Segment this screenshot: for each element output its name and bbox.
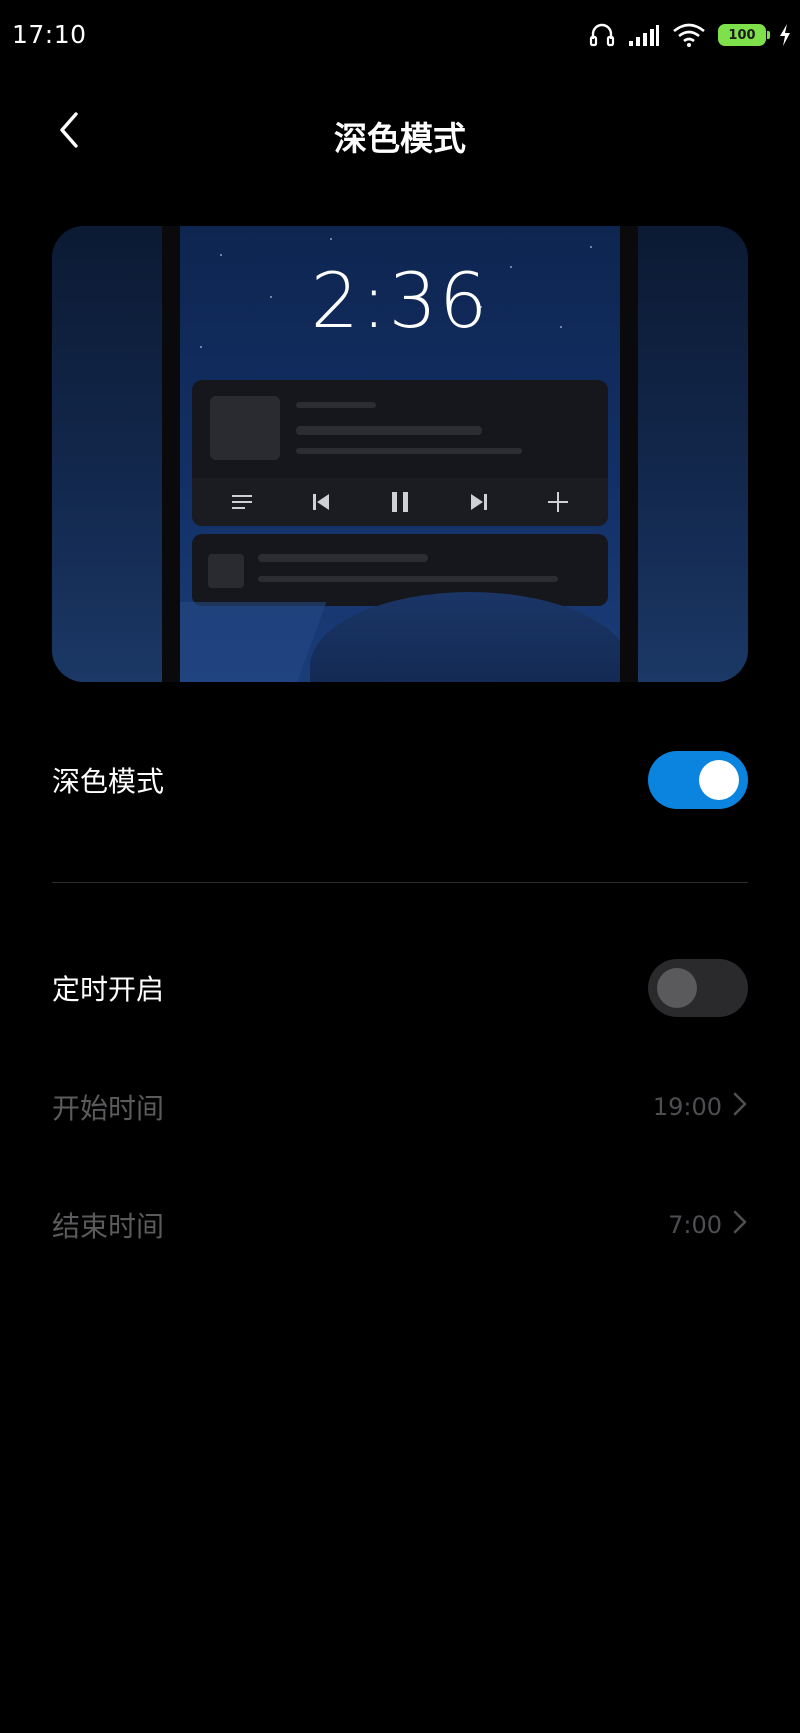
battery-level: 100 xyxy=(728,27,756,43)
toggle-knob xyxy=(657,968,697,1008)
battery-icon: 100 xyxy=(718,24,770,46)
status-icons: 100 xyxy=(588,18,792,52)
preview-media-controls xyxy=(192,478,608,526)
playlist-icon xyxy=(224,484,260,520)
header: 深色模式 xyxy=(0,92,800,172)
end-time-label: 结束时间 xyxy=(52,1210,165,1243)
signal-icon xyxy=(628,23,660,47)
previous-icon xyxy=(303,484,339,520)
add-icon xyxy=(540,484,576,520)
media-artwork xyxy=(210,396,280,460)
scheduled-label: 定时开启 xyxy=(52,973,165,1006)
chevron-right-icon xyxy=(732,1091,748,1123)
end-time-row[interactable]: 结束时间 7:00 xyxy=(52,1200,748,1250)
end-time-value-group[interactable]: 7:00 xyxy=(668,1209,748,1241)
start-time-label: 开始时间 xyxy=(52,1092,165,1125)
headphones-icon xyxy=(588,21,616,49)
dark-mode-toggle[interactable] xyxy=(648,751,748,809)
end-time-value: 7:00 xyxy=(668,1211,722,1239)
chevron-right-icon xyxy=(732,1209,748,1241)
toggle-knob xyxy=(699,760,739,800)
start-time-value: 19:00 xyxy=(652,1093,722,1121)
scheduled-toggle[interactable] xyxy=(648,959,748,1017)
charging-icon xyxy=(778,23,792,47)
dark-mode-preview: 2:36 xyxy=(52,226,748,682)
preview-lock-time: 2:36 xyxy=(310,256,490,345)
start-time-value-group[interactable]: 19:00 xyxy=(653,1091,748,1123)
page-title: 深色模式 xyxy=(334,119,466,158)
preview-media-card xyxy=(192,380,608,526)
pause-icon xyxy=(382,484,418,520)
status-time: 17:10 xyxy=(12,20,87,49)
start-time-row[interactable]: 开始时间 19:00 xyxy=(52,1082,748,1132)
dark-mode-row: 深色模式 xyxy=(52,750,748,810)
scheduled-row: 定时开启 xyxy=(52,958,748,1018)
wifi-icon xyxy=(672,22,706,48)
status-bar: 17:10 100 xyxy=(0,0,800,72)
notification-app-icon xyxy=(208,554,244,588)
preview-phone-screen: 2:36 xyxy=(180,226,620,682)
dark-mode-label: 深色模式 xyxy=(52,765,165,798)
section-divider xyxy=(52,882,748,883)
preview-notification-card xyxy=(192,534,608,606)
next-icon xyxy=(461,484,497,520)
